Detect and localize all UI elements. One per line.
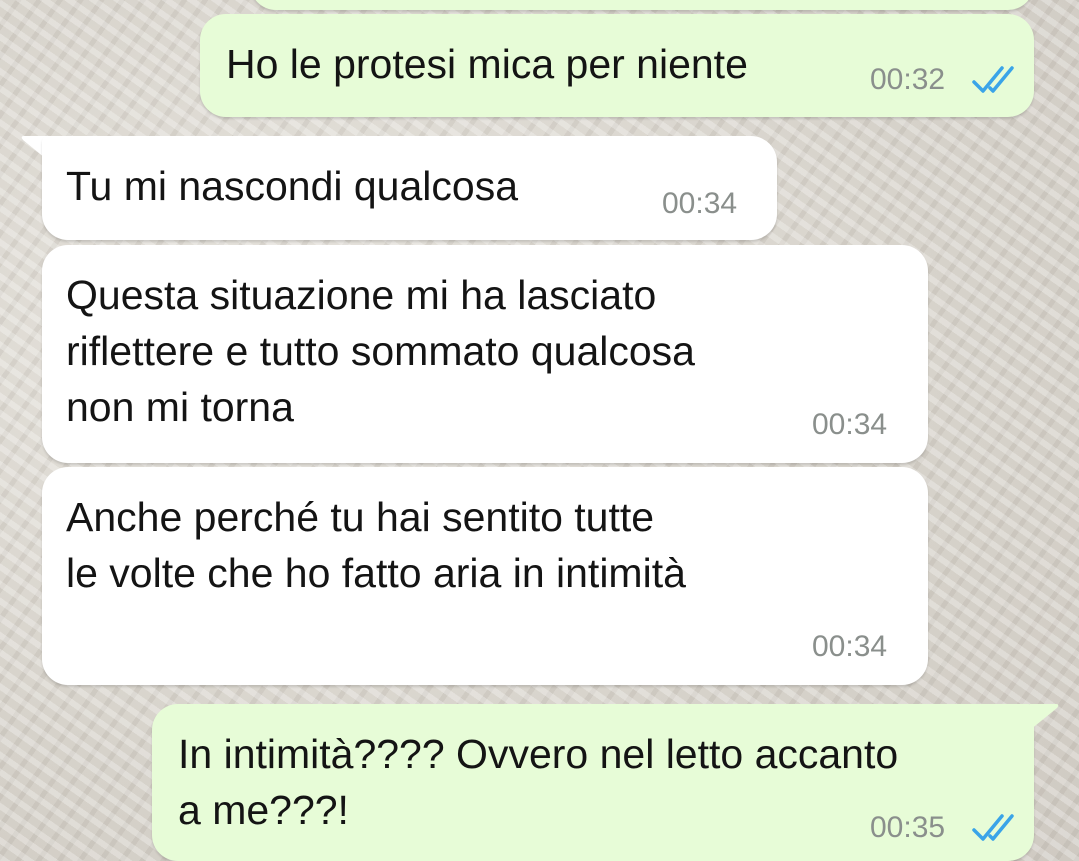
chat-conversation[interactable]: Ho le protesi mica per niente 00:32 Tu m… xyxy=(0,0,1079,861)
message-bubble-partial[interactable] xyxy=(250,0,1034,10)
message-timestamp: 00:32 xyxy=(870,63,946,96)
message-text: Questa situazione mi ha lasciato riflett… xyxy=(66,272,695,430)
message-timestamp: 00:34 xyxy=(812,630,888,663)
double-check-read-icon xyxy=(972,814,1014,841)
message-bubble-outgoing[interactable]: In intimità???? Ovvero nel letto accanto… xyxy=(152,704,1034,861)
message-bubble-incoming[interactable]: Anche perché tu hai sentito tutte le vol… xyxy=(42,467,928,685)
message-text: In intimità???? Ovvero nel letto accanto… xyxy=(178,731,899,833)
message-text: Anche perché tu hai sentito tutte le vol… xyxy=(66,494,686,596)
message-text: Tu mi nascondi qualcosa xyxy=(66,163,519,209)
double-check-read-icon xyxy=(972,66,1014,93)
message-timestamp: 00:34 xyxy=(662,187,738,220)
message-bubble-outgoing[interactable]: Ho le protesi mica per niente 00:32 xyxy=(200,14,1034,117)
message-timestamp: 00:34 xyxy=(812,408,888,441)
bubble-tail xyxy=(1030,704,1059,730)
message-bubble-incoming[interactable]: Questa situazione mi ha lasciato riflett… xyxy=(42,245,928,463)
message-timestamp: 00:35 xyxy=(870,811,946,844)
message-bubble-incoming[interactable]: Tu mi nascondi qualcosa 00:34 xyxy=(42,136,777,240)
message-text: Ho le protesi mica per niente xyxy=(226,41,748,87)
